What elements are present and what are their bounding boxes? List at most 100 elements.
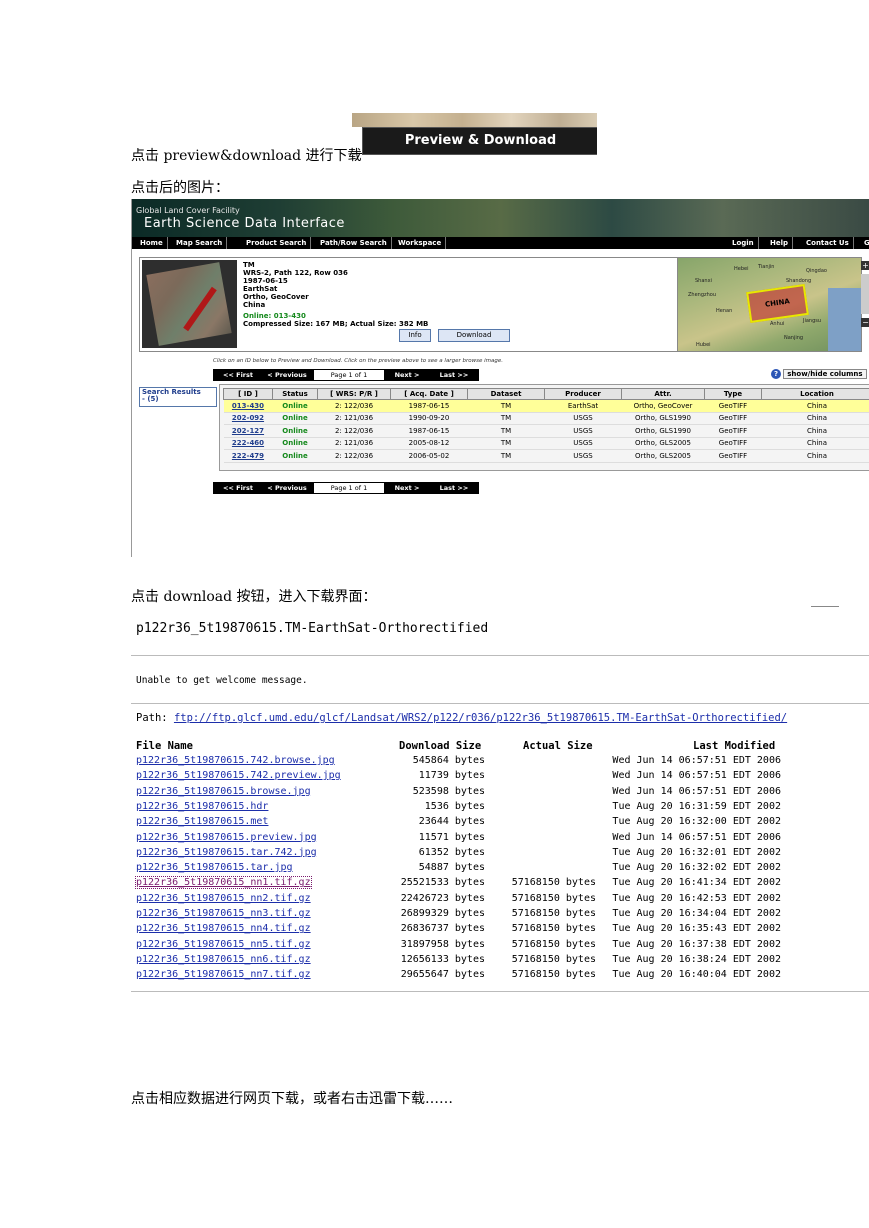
- pager-next[interactable]: Next >: [385, 482, 429, 494]
- table-row[interactable]: 202-127 Online 2: 122/036 1987-06-15 TM …: [223, 424, 869, 438]
- map-label: Shanxi: [695, 278, 712, 284]
- pager-last[interactable]: Last >>: [431, 369, 477, 381]
- file-link[interactable]: p122r36_5t19870615_nn1.tif.gz: [135, 876, 312, 890]
- file-row: p122r36_5t19870615.hdr 1536 bytes Tue Aug …: [131, 801, 869, 816]
- row-dataset: TM: [467, 437, 545, 450]
- row-id[interactable]: 202-127: [223, 424, 273, 438]
- preview-download-image: Preview & Download: [352, 113, 597, 156]
- nav-g[interactable]: G: [860, 237, 869, 249]
- nav-workspace[interactable]: Workspace: [394, 237, 447, 249]
- col-wrs[interactable]: [ WRS: P/R ]: [317, 388, 391, 400]
- row-id[interactable]: 222-460: [223, 437, 273, 450]
- location-map[interactable]: Hebei Tianjin Qingdao Shanxi Shandong Zh…: [677, 257, 862, 352]
- header-actual-size: Actual Size: [523, 740, 593, 752]
- pager-next[interactable]: Next >: [385, 369, 429, 381]
- zoom-slider[interactable]: [861, 274, 869, 314]
- col-location: Location: [761, 388, 869, 400]
- row-date: 2006-05-02: [390, 449, 468, 463]
- col-date[interactable]: [ Acq. Date ]: [390, 388, 468, 400]
- file-link[interactable]: p122r36_5t19870615.742.preview.jpg: [136, 770, 341, 781]
- table-row[interactable]: 222-460 Online 2: 121/036 2005-08-12 TM …: [223, 437, 869, 450]
- col-type: Type: [704, 388, 762, 400]
- row-id[interactable]: 222-479: [223, 449, 273, 463]
- pager-last[interactable]: Last >>: [431, 482, 477, 494]
- nav-contact-us[interactable]: Contact Us: [802, 237, 854, 249]
- pager-page: Page 1 of 1: [313, 369, 385, 381]
- info-button[interactable]: Info: [399, 329, 431, 342]
- col-id[interactable]: [ ID ]: [223, 388, 273, 400]
- file-link[interactable]: p122r36_5t19870615_nn7.tif.gz: [136, 969, 311, 980]
- row-id[interactable]: 013-430: [223, 399, 273, 413]
- nav-home[interactable]: Home: [136, 237, 168, 249]
- nav-product-search[interactable]: Product Search: [242, 237, 312, 249]
- file-link[interactable]: p122r36_5t19870615.hdr: [136, 801, 268, 812]
- scene-attr: Ortho, GeoCover: [243, 293, 309, 301]
- search-results-link[interactable]: Search Results - (5): [139, 387, 217, 407]
- row-id[interactable]: 202-092: [223, 412, 273, 425]
- row-location: China: [761, 437, 869, 450]
- divider: [811, 606, 839, 607]
- file-row: p122r36_5t19870615_nn6.tif.gz 12656133 by…: [131, 954, 869, 969]
- pager-previous[interactable]: < Previous: [263, 482, 311, 494]
- preview-download-button[interactable]: Preview & Download: [362, 127, 597, 155]
- path-link[interactable]: ftp://ftp.glcf.umd.edu/glcf/Landsat/WRS2…: [174, 712, 787, 724]
- download-size: 54887 bytes: [418, 862, 485, 874]
- file-row: p122r36_5t19870615.742.browse.jpg 545864 …: [131, 755, 869, 770]
- row-dataset: TM: [467, 424, 545, 438]
- download-size: 22426723 bytes: [400, 892, 485, 904]
- file-link[interactable]: p122r36_5t19870615.preview.jpg: [136, 832, 317, 843]
- table-row[interactable]: 222-479 Online 2: 122/036 2006-05-02 TM …: [223, 449, 869, 463]
- file-link[interactable]: p122r36_5t19870615_nn3.tif.gz: [136, 908, 311, 919]
- pager-first[interactable]: << First: [215, 482, 261, 494]
- file-row: p122r36_5t19870615.tar.jpg 54887 bytes Tue…: [131, 862, 869, 877]
- last-modified: Tue Aug 20 16:42:53 EDT 2002: [612, 892, 781, 904]
- last-modified: Tue Aug 20 16:34:04 EDT 2002: [612, 908, 781, 919]
- nav-login[interactable]: Login: [728, 237, 759, 249]
- row-type: GeoTIFF: [704, 399, 762, 413]
- table-row[interactable]: 202-092 Online 2: 121/036 1990-09-20 TM …: [223, 412, 869, 425]
- show-hide-columns[interactable]: ? show/hide columns: [771, 369, 867, 379]
- row-date: 2005-08-12: [390, 437, 468, 450]
- map-label: Nanjing: [784, 335, 804, 341]
- row-attr: Ortho, GLS1990: [621, 424, 705, 438]
- zoom-in-icon[interactable]: +: [861, 261, 869, 270]
- last-modified: Wed Jun 14 06:57:51 EDT 2006: [612, 770, 781, 782]
- actual-size: 57168150 bytes: [511, 923, 596, 935]
- file-link[interactable]: p122r36_5t19870615.met: [136, 816, 268, 827]
- instruction-preview-download: 点击 preview&download 进行下载: [131, 148, 362, 164]
- file-link[interactable]: p122r36_5t19870615_nn5.tif.gz: [136, 939, 311, 950]
- last-modified: Wed Jun 14 06:57:51 EDT 2006: [612, 831, 781, 843]
- file-link[interactable]: p122r36_5t19870615.tar.742.jpg: [136, 847, 317, 858]
- nav-path-row-search[interactable]: Path/Row Search: [316, 237, 392, 249]
- file-link[interactable]: p122r36_5t19870615.742.browse.jpg: [136, 755, 335, 766]
- nav-help[interactable]: Help: [766, 237, 794, 249]
- map-label: Jiangsu: [803, 318, 822, 324]
- download-size: 523598 bytes: [412, 785, 485, 797]
- zoom-out-icon[interactable]: −: [861, 318, 869, 327]
- row-status: Online: [272, 449, 318, 463]
- help-icon[interactable]: ?: [771, 369, 781, 379]
- file-link[interactable]: p122r36_5t19870615.tar.jpg: [136, 862, 293, 873]
- download-size: 61352 bytes: [418, 846, 485, 858]
- file-link[interactable]: p122r36_5t19870615_nn2.tif.gz: [136, 893, 311, 904]
- scene-thumbnail[interactable]: [142, 260, 237, 348]
- download-button[interactable]: Download: [438, 329, 510, 342]
- file-link[interactable]: p122r36_5t19870615.browse.jpg: [136, 786, 311, 797]
- file-link[interactable]: p122r36_5t19870615_nn6.tif.gz: [136, 954, 311, 965]
- last-modified: Tue Aug 20 16:32:00 EDT 2002: [612, 816, 781, 828]
- main-nav: Home Map Search Product Search Path/Row …: [132, 237, 869, 249]
- pager-previous[interactable]: < Previous: [263, 369, 311, 381]
- scene-dataset: TM: [243, 261, 255, 269]
- file-row: p122r36_5t19870615_nn3.tif.gz 26899329 by…: [131, 908, 869, 923]
- file-link[interactable]: p122r36_5t19870615_nn4.tif.gz: [136, 923, 311, 934]
- file-row: p122r36_5t19870615.preview.jpg 11571 byte…: [131, 832, 869, 847]
- results-table: [ ID ] Status [ WRS: P/R ] [ Acq. Date ]…: [223, 388, 869, 463]
- download-size: 11739 bytes: [418, 770, 485, 782]
- pager-first[interactable]: << First: [215, 369, 261, 381]
- show-hide-button[interactable]: show/hide columns: [783, 369, 867, 379]
- row-wrs: 2: 121/036: [317, 412, 391, 425]
- table-row[interactable]: 013-430 Online 2: 122/036 1987-06-15 TM …: [223, 399, 869, 413]
- row-producer: USGS: [544, 412, 622, 425]
- nav-map-search[interactable]: Map Search: [172, 237, 228, 249]
- row-type: GeoTIFF: [704, 437, 762, 450]
